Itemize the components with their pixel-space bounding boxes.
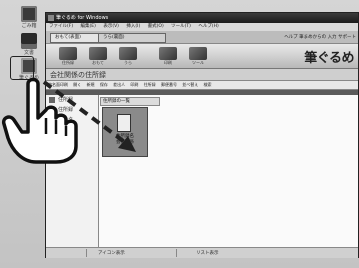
toolbar-label: 住所録 (62, 60, 74, 65)
func-item[interactable]: 新規 (87, 82, 95, 87)
folder-icon (21, 33, 37, 49)
status-icon-view[interactable]: アイコン表示 (98, 250, 125, 256)
menu-item[interactable]: 書式(O) (148, 24, 164, 29)
function-bar: 宛名面印刷 開く 新規 保存 差出人 印刷 住所録 郵便番号 並べ替え 検索 (46, 81, 358, 90)
func-item[interactable]: 検索 (204, 82, 212, 87)
card-label: 住所録名 会社関係 (103, 134, 147, 146)
tools-icon (189, 47, 207, 60)
tree-panel: 住所録 住所録 データ (46, 95, 99, 247)
menu-item[interactable]: ツール(T) (171, 24, 191, 29)
func-item[interactable]: 印刷 (130, 82, 138, 87)
pane-header: 住所録の一覧 (100, 97, 160, 106)
app-window: 筆ぐるめ for Windows ファイル(F) 編集(E) 表示(V) 挿入(… (45, 12, 359, 258)
tree-item-label: 住所録 (58, 107, 74, 113)
toolbar: 住所録 おもて うら 印刷 ツール 筆ぐるめ (46, 44, 358, 69)
window-icon (48, 15, 54, 21)
link-support[interactable]: サポート (338, 35, 356, 40)
right-links: ヘルプ 筆まめからの 入力 サポート (284, 34, 356, 40)
link-input[interactable]: 入力 (328, 35, 337, 40)
menu-bar: ファイル(F) 編集(E) 表示(V) 挿入(I) 書式(O) ツール(T) ヘ… (46, 23, 358, 31)
address-book-card[interactable]: 住所録名 会社関係 (102, 107, 148, 157)
toolbar-label: 印刷 (164, 60, 172, 65)
address-header: 会社関係の住所録 (46, 69, 358, 81)
menu-item[interactable]: 表示(V) (103, 24, 119, 29)
link-import[interactable]: 筆まめからの (299, 35, 326, 40)
menu-item[interactable]: ファイル(F) (49, 24, 73, 29)
func-item[interactable]: 並べ替え (182, 82, 198, 87)
toolbar-button-addressbook[interactable]: 住所録 (56, 47, 80, 67)
window-title: 筆ぐるめ for Windows (56, 15, 109, 21)
pen-icon (89, 47, 107, 60)
func-item[interactable]: 開く (73, 82, 81, 87)
menu-item[interactable]: 編集(E) (81, 24, 96, 29)
folder-icon (49, 117, 55, 123)
toolbar-label: ツール (192, 60, 204, 65)
folder-icon (49, 107, 55, 113)
toolbar-button-print[interactable]: 印刷 (156, 47, 180, 67)
card-sub: 会社関係 (116, 140, 134, 145)
status-bar: アイコン表示 リスト表示 (46, 247, 358, 258)
func-item[interactable]: 差出人 (113, 82, 125, 87)
func-item[interactable]: 住所録 (144, 82, 156, 87)
link-help[interactable]: ヘルプ (284, 35, 298, 40)
brush-icon (119, 47, 137, 60)
toolbar-button-front[interactable]: おもて (86, 47, 110, 67)
tree-item-label: データ (58, 117, 74, 123)
toolbar-button-tools[interactable]: ツール (186, 47, 210, 67)
toolbar-label: うら (124, 60, 132, 65)
recycle-bin-icon (21, 6, 37, 22)
tree-item[interactable]: データ (46, 115, 98, 125)
printer-icon (159, 47, 177, 60)
toolbar-button-back[interactable]: うら (116, 47, 140, 67)
func-item[interactable]: 郵便番号 (161, 82, 177, 87)
title-bar[interactable]: 筆ぐるめ for Windows (46, 13, 358, 23)
tree-item[interactable]: 住所録 (46, 105, 98, 115)
status-list-view[interactable]: リスト表示 (196, 250, 219, 256)
func-item[interactable]: 保存 (100, 82, 108, 87)
selection-box (10, 56, 34, 80)
tree-item-label: 住所録 (58, 97, 74, 103)
tab-back[interactable]: うら(裏面) (98, 33, 166, 43)
main-area: 住所録 住所録 データ 住所録の一覧 住所録名 会社関係 (46, 95, 358, 247)
status-divider (176, 249, 177, 257)
address-book-title: 会社関係の住所録 (50, 71, 106, 79)
func-item[interactable]: 宛名面印刷 (48, 82, 68, 87)
tab-front[interactable]: おもて(表面) (50, 33, 102, 43)
status-divider (86, 249, 87, 257)
document-icon (117, 114, 131, 132)
tree-item[interactable]: 住所録 (46, 95, 98, 105)
toolbar-label: おもて (92, 60, 104, 65)
tab-row: おもて(表面) うら(裏面) ヘルプ 筆まめからの 入力 サポート (46, 31, 358, 44)
menu-item[interactable]: ヘルプ(H) (198, 24, 218, 29)
brand-logo: 筆ぐるめ (304, 51, 354, 66)
folder-icon (49, 97, 55, 103)
addressbook-icon (59, 47, 77, 60)
menu-item[interactable]: 挿入(I) (126, 24, 140, 29)
